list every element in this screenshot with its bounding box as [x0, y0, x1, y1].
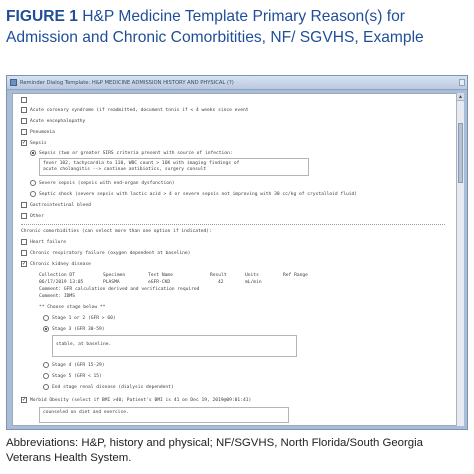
figure-caption: Abbreviations: H&P, history and physical…: [6, 437, 424, 464]
window-menu-button[interactable]: [459, 79, 465, 86]
checkbox-encephalopathy[interactable]: [21, 118, 27, 124]
stage-note-field[interactable]: stable, at baseline.: [52, 335, 297, 357]
lab-header-result: Result: [210, 273, 227, 278]
obesity-note-text: counseled on diet and exercise.: [43, 410, 129, 415]
label-sepsis: Sepsis: [30, 141, 47, 146]
checkbox-chronic-respiratory-failure[interactable]: [21, 250, 27, 256]
chronic-comorbidities-header: Chronic comorbidities (can select more t…: [21, 229, 212, 234]
label-stage-3: Stage 3 (GFR 30-59): [52, 327, 105, 332]
label-morbid-obesity: Morbid Obesity (select if BMI >40; Patie…: [30, 398, 252, 403]
vertical-scrollbar[interactable]: ▲: [456, 93, 464, 426]
lab-header-ref-range: Ref Range: [283, 273, 308, 278]
section-divider: [21, 224, 445, 225]
lab-comment: Comment: IDMS: [39, 294, 75, 299]
label-encephalopathy: Acute encephalopathy: [30, 119, 86, 124]
radio-stage-5[interactable]: [43, 373, 49, 379]
lab-cell-specimen: PLASMA: [103, 280, 120, 285]
label-sepsis-option: Sepsis (two or greater SIRS criteria pre…: [39, 151, 233, 156]
lab-cell-units: mL/min: [245, 280, 262, 285]
checkbox-gi-bleed[interactable]: [21, 202, 27, 208]
radio-esrd[interactable]: [43, 384, 49, 390]
lab-cell-result: 42: [218, 280, 224, 285]
screenshot-window: Reminder Dialog Template: H&P MEDICINE A…: [6, 75, 468, 430]
label-severe-sepsis: Severe sepsis (sepsis with end-organ dys…: [39, 181, 175, 186]
figure-label: FIGURE 1: [6, 8, 78, 25]
stage-header: ** Choose stage below **: [39, 305, 106, 310]
lab-comment: Comment: GFR calculation derived and ver…: [39, 287, 200, 292]
radio-septic-shock[interactable]: [30, 191, 36, 197]
figure-header: FIGURE 1 H&P Medicine Template Primary R…: [6, 6, 468, 48]
lab-header-collection-dt: Collection DT: [39, 273, 75, 278]
window-titlebar: Reminder Dialog Template: H&P MEDICINE A…: [7, 76, 467, 90]
scrollbar-thumb[interactable]: [458, 123, 463, 183]
label-chronic-respiratory-failure: Chronic respiratory failure (oxygen depe…: [30, 251, 191, 256]
stage-note-text: stable, at baseline.: [56, 342, 112, 347]
lab-header-units: Units: [245, 273, 259, 278]
obesity-note-field[interactable]: counseled on diet and exercise.: [39, 407, 289, 423]
checkbox-pneumonia[interactable]: [21, 129, 27, 135]
label-stage-4: Stage 4 (GFR 15-29): [52, 363, 105, 368]
radio-sepsis[interactable]: [30, 150, 36, 156]
checkbox-morbid-obesity[interactable]: ✓: [21, 397, 27, 403]
lab-header-specimen: Specimen: [103, 273, 126, 278]
radio-stage-3[interactable]: [43, 326, 49, 332]
label-pneumonia: Pneumonia: [30, 130, 55, 135]
checkbox-acute-coronary[interactable]: [21, 107, 27, 113]
app-icon: [10, 79, 17, 86]
label-heart-failure: Heart failure: [30, 240, 66, 245]
checkbox-heart-failure[interactable]: [21, 239, 27, 245]
checkbox-ckd[interactable]: ✓: [21, 261, 27, 267]
label-other: Other: [30, 214, 44, 219]
label-stage-5: Stage 5 (GFR < 15): [52, 374, 102, 379]
label-ckd: Chronic kidney disease: [30, 262, 91, 267]
label-gi-bleed: Gastrointestinal bleed: [30, 203, 91, 208]
sepsis-note-field[interactable]: fever 102, tachycardia to 110, WBC count…: [39, 158, 309, 176]
checkbox-sepsis[interactable]: ✓: [21, 140, 27, 146]
radio-stage-4[interactable]: [43, 362, 49, 368]
label-stage-1-2: Stage 1 or 2 (GFR > 60): [52, 316, 116, 321]
reminder-dialog-form: Acute coronary syndrome (if readmitted, …: [12, 93, 459, 426]
checkbox-other[interactable]: [21, 213, 27, 219]
radio-stage-1-2[interactable]: [43, 315, 49, 321]
label-septic-shock: Septic shock (severe sepsis with lactic …: [39, 192, 358, 197]
lab-cell-collection-dt: 06/17/2019 13:05: [39, 280, 84, 285]
label-acute-coronary: Acute coronary syndrome (if readmitted, …: [30, 108, 249, 113]
checkbox[interactable]: [21, 97, 27, 103]
note-line: acute cholangitis --> continue antibioti…: [43, 167, 207, 173]
lab-header-test-name: Test Name: [148, 273, 173, 278]
lab-cell-test-name: eGFR-CKD: [148, 280, 171, 285]
scroll-up-icon[interactable]: ▲: [457, 93, 464, 101]
radio-severe-sepsis[interactable]: [30, 180, 36, 186]
label-esrd: End stage renal disease (dialysis depend…: [52, 385, 174, 390]
window-title: Reminder Dialog Template: H&P MEDICINE A…: [20, 80, 234, 86]
